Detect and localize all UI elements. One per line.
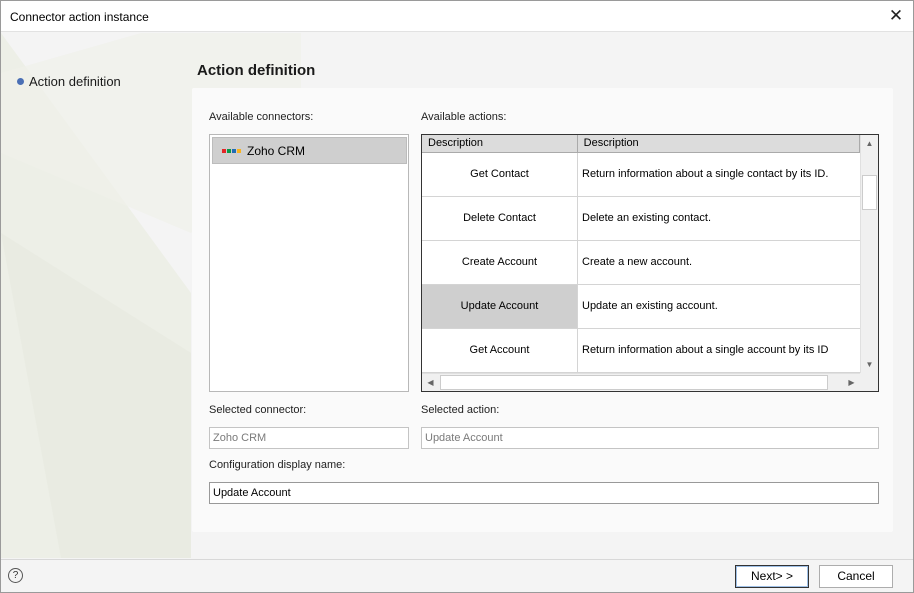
selected-connector-field: Zoho CRM: [209, 427, 409, 449]
available-actions-label: Available actions:: [421, 111, 507, 123]
zoho-logo-icon: [222, 148, 241, 153]
next-button[interactable]: Next> >: [735, 565, 809, 588]
scroll-up-icon[interactable]: ▲: [861, 135, 878, 152]
action-name-cell: Update Account: [422, 285, 578, 328]
horizontal-scroll-thumb[interactable]: [440, 375, 828, 390]
title-bar: Connector action instance ✕: [1, 1, 913, 32]
scroll-down-icon[interactable]: ▼: [861, 356, 878, 373]
action-description-cell: Create a new account.: [582, 256, 693, 268]
selected-connector-label: Selected connector:: [209, 404, 307, 416]
actions-table[interactable]: Description Description Get Contact Retu…: [421, 134, 879, 392]
vertical-scroll-thumb[interactable]: [862, 175, 877, 210]
table-row-selected[interactable]: Update Account Update an existing accoun…: [422, 285, 860, 329]
bullet-icon: [17, 78, 24, 85]
scroll-right-icon[interactable]: ▶: [843, 374, 860, 391]
action-name-cell: Get Contact: [422, 153, 578, 196]
selected-action-label: Selected action:: [421, 404, 500, 416]
horizontal-scrollbar[interactable]: ◀ ▶: [422, 373, 860, 391]
table-body: Get Contact Return information about a s…: [422, 153, 860, 373]
display-name-input[interactable]: Update Account: [209, 482, 879, 504]
selected-action-field: Update Account: [421, 427, 879, 449]
nav-item-action-definition[interactable]: Action definition: [17, 74, 121, 89]
action-description-cell: Update an existing account.: [582, 300, 718, 312]
action-description-cell: Delete an existing contact.: [582, 212, 712, 224]
table-row[interactable]: Create Account Create a new account.: [422, 241, 860, 285]
footer-bar: ? Next> > Cancel: [1, 559, 913, 592]
table-header: Description Description: [422, 135, 860, 153]
nav-item-label: Action definition: [29, 74, 121, 89]
action-name-cell: Create Account: [422, 241, 578, 284]
scroll-corner: [860, 373, 878, 391]
column-header[interactable]: Description: [422, 135, 578, 153]
section-title: Action definition: [197, 62, 316, 79]
help-icon[interactable]: ?: [8, 568, 23, 583]
table-row[interactable]: Get Account Return information about a s…: [422, 329, 860, 373]
connectors-list[interactable]: Zoho CRM: [209, 134, 409, 392]
table-row[interactable]: Delete Contact Delete an existing contac…: [422, 197, 860, 241]
window-title: Connector action instance: [10, 10, 149, 24]
display-name-label: Configuration display name:: [209, 459, 346, 471]
scroll-left-icon[interactable]: ◀: [422, 374, 439, 391]
cancel-button[interactable]: Cancel: [819, 565, 893, 588]
action-name-cell: Delete Contact: [422, 197, 578, 240]
column-header[interactable]: Description: [577, 135, 860, 153]
connector-item-zoho-crm[interactable]: Zoho CRM: [212, 137, 407, 164]
connector-item-label: Zoho CRM: [247, 143, 306, 158]
action-description-cell: Return information about a single contac…: [582, 168, 829, 180]
action-name-cell: Get Account: [422, 329, 578, 372]
vertical-scrollbar[interactable]: ▲ ▼: [860, 135, 878, 373]
close-icon[interactable]: ✕: [885, 5, 907, 27]
table-row[interactable]: Get Contact Return information about a s…: [422, 153, 860, 197]
available-connectors-label: Available connectors:: [209, 111, 314, 123]
dialog-window: Connector action instance ✕ Action defin…: [0, 0, 914, 593]
action-description-cell: Return information about a single accoun…: [582, 344, 829, 356]
